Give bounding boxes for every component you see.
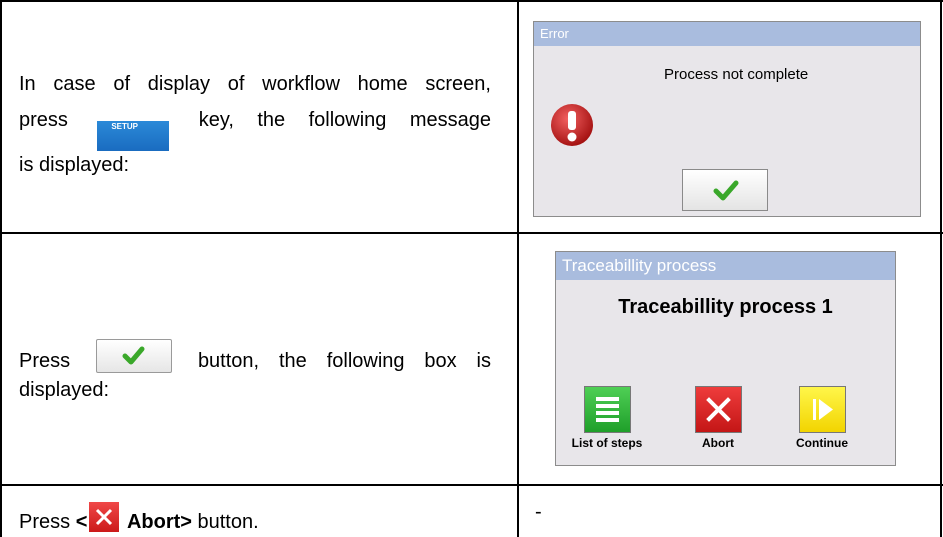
ok-button-icon	[96, 339, 173, 373]
table-border-left	[0, 0, 2, 537]
error-dialog-title: Error	[534, 22, 920, 46]
list-icon	[596, 397, 619, 422]
row2-line2: displayed:	[19, 379, 110, 401]
traceability-dialog: Traceabillity process Traceabillity proc…	[555, 251, 896, 466]
abort-label: Abort	[702, 436, 734, 450]
table-row-divider-2	[0, 484, 943, 486]
continue-label: Continue	[796, 436, 848, 450]
row3-tail-text: button.	[191, 511, 259, 533]
play-icon	[813, 399, 833, 420]
checkmark-icon	[122, 346, 145, 365]
row1-line2: press SETUP key, the following message	[19, 106, 491, 151]
error-dialog-message: Process not complete	[664, 66, 809, 83]
error-dialog-ok-button[interactable]	[682, 169, 768, 211]
row1-press-text: press	[19, 109, 68, 131]
table-border-top	[0, 0, 943, 2]
checkmark-icon	[713, 180, 739, 201]
table-column-divider	[517, 0, 519, 537]
traceability-dialog-title: Traceabillity process	[556, 252, 895, 280]
setup-key-label: SETUP	[111, 122, 138, 131]
setup-key-icon: SETUP	[97, 121, 170, 151]
row1-line1: In case of display of workflow home scre…	[19, 73, 491, 95]
row3-instruction: Press < Abort> button.	[19, 502, 259, 537]
table-row-divider-1	[0, 232, 943, 234]
continue-button[interactable]	[799, 386, 846, 433]
list-of-steps-button[interactable]	[584, 386, 631, 433]
row3-press-text: Press	[19, 511, 71, 533]
abort-button[interactable]	[695, 386, 742, 433]
traceability-dialog-heading: Traceabillity process 1	[618, 296, 833, 318]
row3-lt: <	[75, 511, 88, 533]
row1-instruction: In case of display of workflow home scre…	[19, 70, 491, 180]
close-icon	[706, 397, 731, 422]
row2-press-text: Press	[19, 350, 71, 372]
abort-x-icon	[89, 502, 120, 532]
row2-instruction: Press button, the following box is displ…	[19, 339, 491, 405]
row2-line1: Press button, the following box is	[19, 339, 491, 376]
list-of-steps-label: List of steps	[571, 436, 643, 450]
table-border-right	[940, 0, 942, 537]
warning-exclamation-icon	[551, 104, 593, 146]
row1-after-key-text: key, the following message	[198, 109, 491, 131]
row3-abort-text: Abort>	[126, 511, 192, 533]
error-dialog: Error Process not complete	[533, 21, 921, 217]
row2-after-btn-text: button, the following box is	[197, 350, 492, 372]
row3-right-cell: -	[535, 501, 542, 523]
row1-line3: is displayed:	[19, 154, 130, 176]
